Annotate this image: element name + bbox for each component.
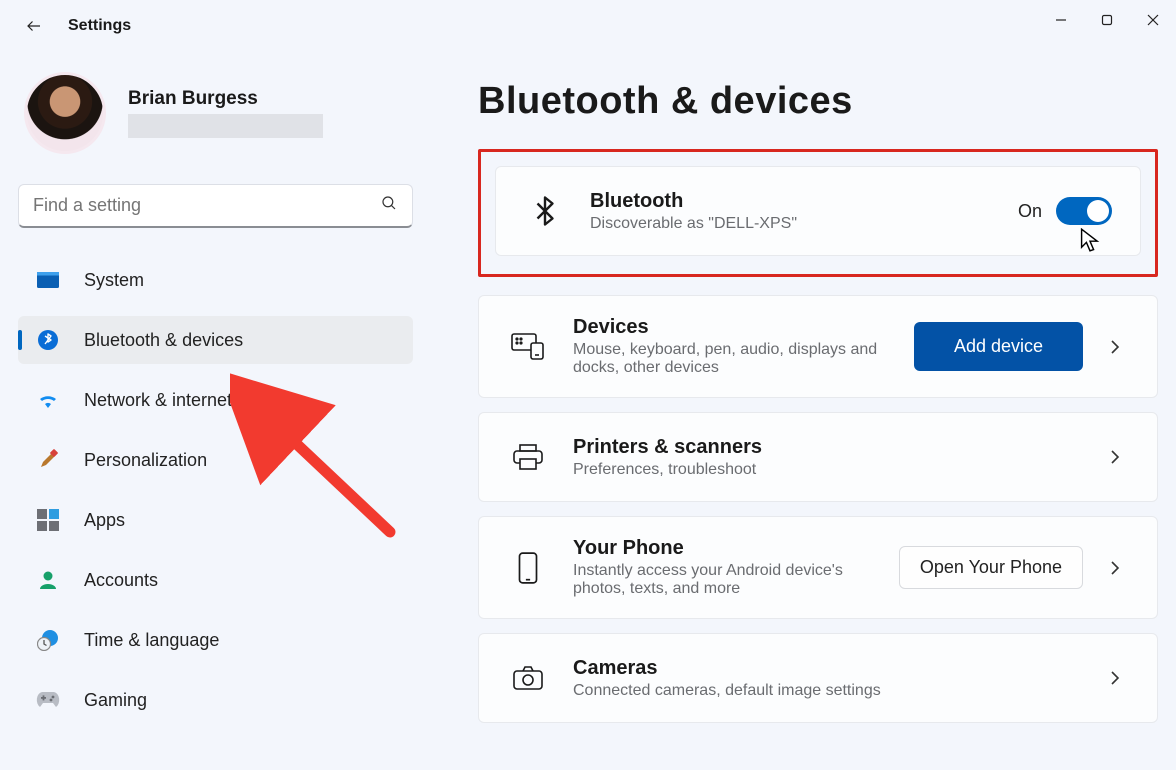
sidebar-item-label: Apps (84, 510, 125, 531)
display-icon (36, 268, 60, 292)
add-device-button[interactable]: Add device (914, 322, 1083, 371)
page-title: Bluetooth & devices (478, 80, 1158, 123)
bluetooth-icon (524, 193, 566, 229)
avatar (24, 72, 106, 154)
gamepad-icon (36, 688, 60, 712)
sidebar-item-label: System (84, 270, 144, 291)
sidebar-item-apps[interactable]: Apps (18, 496, 413, 544)
toggle-label: On (1018, 201, 1042, 222)
profile-section[interactable]: Brian Burgess (24, 72, 414, 154)
your-phone-card[interactable]: Your Phone Instantly access your Android… (478, 516, 1158, 619)
close-button[interactable] (1130, 0, 1176, 40)
card-title: Bluetooth (590, 190, 1018, 213)
sidebar-item-system[interactable]: System (18, 256, 413, 304)
search-input[interactable] (33, 195, 380, 216)
card-subtitle: Discoverable as "DELL-XPS" (590, 215, 1018, 233)
sidebar: Brian Burgess System Bluetooth & devices (0, 52, 432, 770)
sidebar-item-label: Network & internet (84, 390, 232, 411)
phone-icon (507, 551, 549, 585)
open-your-phone-button[interactable]: Open Your Phone (899, 546, 1083, 589)
profile-email-redacted (128, 114, 323, 138)
apps-icon (36, 508, 60, 532)
camera-icon (507, 664, 549, 692)
card-subtitle: Mouse, keyboard, pen, audio, displays an… (573, 341, 903, 377)
annotation-highlight-box: Bluetooth Discoverable as "DELL-XPS" On (478, 149, 1158, 277)
wifi-icon (36, 388, 60, 412)
nav-list: System Bluetooth & devices Network & int… (18, 256, 414, 724)
sidebar-item-time-language[interactable]: Time & language (18, 616, 413, 664)
person-icon (36, 568, 60, 592)
devices-icon (507, 332, 549, 362)
card-title: Printers & scanners (573, 436, 1101, 459)
profile-name: Brian Burgess (128, 88, 323, 110)
sidebar-item-network-internet[interactable]: Network & internet (18, 376, 413, 424)
printer-icon (507, 442, 549, 472)
back-button[interactable] (18, 10, 50, 42)
card-subtitle: Preferences, troubleshoot (573, 461, 1101, 479)
sidebar-item-accounts[interactable]: Accounts (18, 556, 413, 604)
sidebar-item-label: Bluetooth & devices (84, 330, 243, 351)
chevron-right-icon (1101, 670, 1129, 686)
minimize-button[interactable] (1038, 0, 1084, 40)
chevron-right-icon (1101, 339, 1129, 355)
sidebar-item-bluetooth-devices[interactable]: Bluetooth & devices (18, 316, 413, 364)
card-title: Your Phone (573, 537, 899, 560)
card-title: Cameras (573, 657, 1101, 680)
bluetooth-toggle-row: On (1018, 197, 1112, 225)
bluetooth-toggle[interactable] (1056, 197, 1112, 225)
bluetooth-icon (36, 328, 60, 352)
app-title: Settings (68, 17, 131, 35)
cameras-card[interactable]: Cameras Connected cameras, default image… (478, 633, 1158, 723)
main-content: Bluetooth & devices Bluetooth Discoverab… (432, 52, 1176, 770)
sidebar-item-personalization[interactable]: Personalization (18, 436, 413, 484)
search-box[interactable] (18, 184, 413, 228)
chevron-right-icon (1101, 449, 1129, 465)
search-icon (380, 194, 398, 217)
sidebar-item-label: Personalization (84, 450, 207, 471)
card-subtitle: Connected cameras, default image setting… (573, 682, 1101, 700)
sidebar-item-label: Accounts (84, 570, 158, 591)
titlebar: Settings (0, 0, 1176, 52)
chevron-right-icon (1101, 560, 1129, 576)
card-subtitle: Instantly access your Android device's p… (573, 562, 899, 598)
sidebar-item-label: Gaming (84, 690, 147, 711)
bluetooth-card[interactable]: Bluetooth Discoverable as "DELL-XPS" On (495, 166, 1141, 256)
paintbrush-icon (36, 448, 60, 472)
devices-card[interactable]: Devices Mouse, keyboard, pen, audio, dis… (478, 295, 1158, 398)
printers-scanners-card[interactable]: Printers & scanners Preferences, trouble… (478, 412, 1158, 502)
sidebar-item-label: Time & language (84, 630, 219, 651)
clock-globe-icon (36, 628, 60, 652)
card-title: Devices (573, 316, 914, 339)
window-controls (1038, 0, 1176, 40)
maximize-button[interactable] (1084, 0, 1130, 40)
sidebar-item-gaming[interactable]: Gaming (18, 676, 413, 724)
